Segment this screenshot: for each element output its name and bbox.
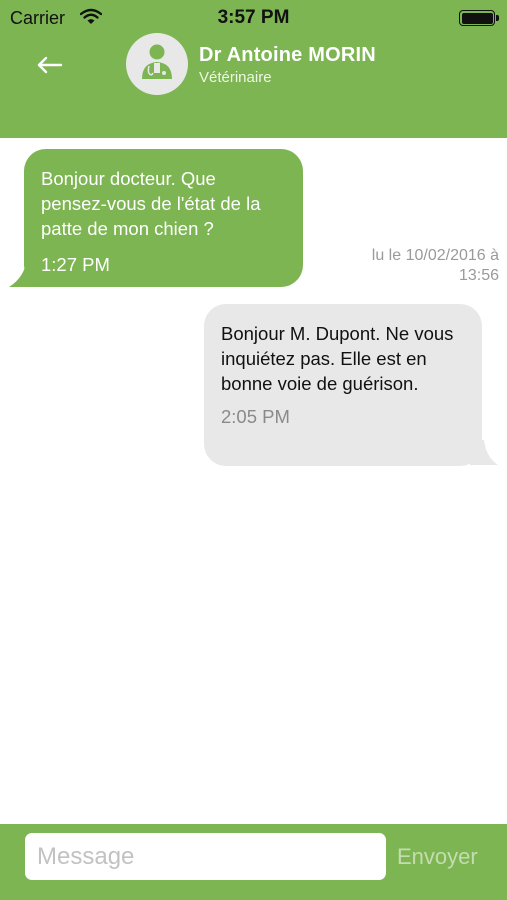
message-time: 2:05 PM (221, 406, 290, 427)
doctor-avatar-icon (142, 44, 172, 79)
send-button[interactable]: Envoyer (397, 844, 478, 870)
doctor-avatar (126, 33, 188, 95)
composer-bar: Envoyer (0, 824, 507, 900)
message-time: 1:27 PM (41, 254, 110, 275)
status-time: 3:57 PM (217, 7, 290, 28)
message-text: Bonjour docteur. Que pensez-vous de l'ét… (41, 168, 261, 239)
back-button[interactable] (30, 48, 70, 82)
read-receipt: lu le 10/02/2016 à 13:56 (371, 247, 499, 284)
message-input[interactable] (25, 833, 386, 880)
incoming-message-bubble: Bonjour docteur. Que pensez-vous de l'ét… (24, 149, 303, 287)
chat-header: Carrier 3:57 PM Dr Antoine MORIN Vétérin… (0, 0, 507, 138)
status-bar: Carrier 3:57 PM (0, 0, 507, 36)
doctor-name: Dr Antoine MORIN (199, 44, 376, 66)
outgoing-message-bubble: Bonjour M. Dupont. Ne vous inquiétez pas… (204, 304, 482, 466)
message-text: Bonjour M. Dupont. Ne vous inquiétez pas… (221, 323, 454, 394)
doctor-role: Vétérinaire (199, 69, 272, 86)
arrow-left-icon (37, 56, 63, 74)
battery-icon (459, 10, 499, 26)
